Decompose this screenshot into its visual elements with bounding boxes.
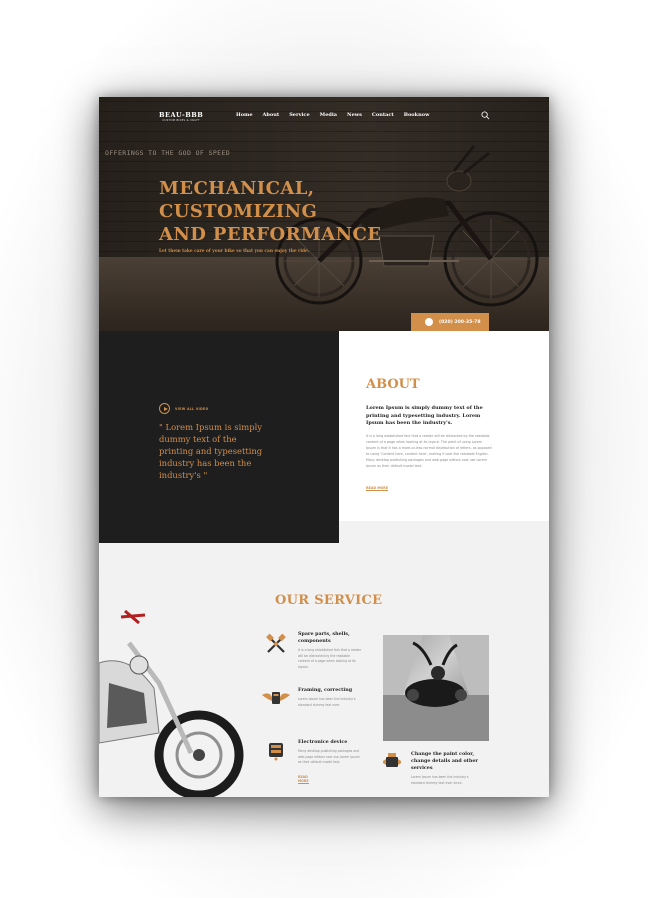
website-mockup: OFFERINGS TO THE GOD OF SPEED BEAU-BBB C… [99,97,549,797]
sport-motorcycle-image [99,609,244,797]
brand-tagline: CUSTOM BIKES & CRAFT [162,119,200,122]
hero-title: MECHANICAL, CUSTOMIZING AND PERFORMANCE [159,177,459,246]
phone-number: (020) 200-35-78 [439,319,481,325]
hero-section: OFFERINGS TO THE GOD OF SPEED BEAU-BBB C… [99,97,549,331]
search-icon[interactable] [481,111,490,120]
service-title: OUR SERVICE [275,593,383,608]
service-name: Framing, correcting [298,687,353,693]
about-section: ABOUT Lorem Ipsum is simply dummy text o… [339,331,549,521]
rider-photo [383,635,489,741]
service-name: Electronice device [298,739,348,745]
service-name: Spare parts, shells, components [298,631,350,644]
brand-name: BEAU-BBB [159,111,204,119]
nav-item-news[interactable]: News [347,112,362,118]
phone-icon [425,318,433,326]
backdrop: OFFERINGS TO THE GOD OF SPEED BEAU-BBB C… [0,0,648,898]
play-icon [159,403,170,414]
service-name: Change the paint color, change details a… [411,751,478,771]
about-read-more-link[interactable]: READ MORE [366,486,389,491]
paint-engine-icon [383,753,401,767]
hero-title-line-3: AND PERFORMANCE [159,224,382,245]
nav-item-media[interactable]: Media [320,112,337,118]
service-desc: Lorem Ipsum has been the industry's stan… [411,775,469,785]
phone-badge[interactable]: (020) 200-35-78 [411,313,489,331]
view-all-video-link[interactable]: VIEW ALL VIDEO [159,403,208,414]
rider-photo-art [383,635,489,741]
engine-wings-icon [262,692,290,704]
nav-item-booknow[interactable]: Booknow [404,112,430,118]
hero-title-line-1: MECHANICAL, [159,178,315,199]
service-section: OUR SERVICE Spare parts, shells, compone… [99,543,549,797]
about-body: It is a long established fact that a rea… [366,434,492,468]
brand-logo[interactable]: BEAU-BBB CUSTOM BIKES & CRAFT [159,111,203,122]
nav-item-home[interactable]: Home [236,112,253,118]
hero-title-line-2: CUSTOMIZING [159,201,318,222]
service-read-more-link[interactable]: READ MORE [298,775,309,784]
service-desc: Lorem Ipsum has been the industry's stan… [298,697,356,707]
about-lead: Lorem Ipsum is simply dummy text of the … [366,405,483,426]
service-desc: It is a long established fact that a rea… [298,648,362,669]
video-feature-panel: VIEW ALL VIDEO " Lorem Ipsum is simply d… [99,331,339,543]
nav-item-service[interactable]: Service [289,112,309,118]
about-title: ABOUT [366,377,420,392]
nav-item-contact[interactable]: Contact [372,112,394,118]
hero-subtitle: Let them take care of your bike so that … [159,249,310,254]
service-desc: Many desktop publishing packages and web… [298,749,360,764]
view-all-label: VIEW ALL VIDEO [175,406,209,411]
feature-quote: " Lorem Ipsum is simply dummy text of th… [159,422,263,480]
nav-item-about[interactable]: About [263,112,280,118]
wall-sign-text: OFFERINGS TO THE GOD OF SPEED [105,149,231,157]
main-nav: Home About Service Media News Contact Bo… [236,112,429,118]
engine-block-icon [269,743,283,761]
pistons-icon [266,633,286,653]
